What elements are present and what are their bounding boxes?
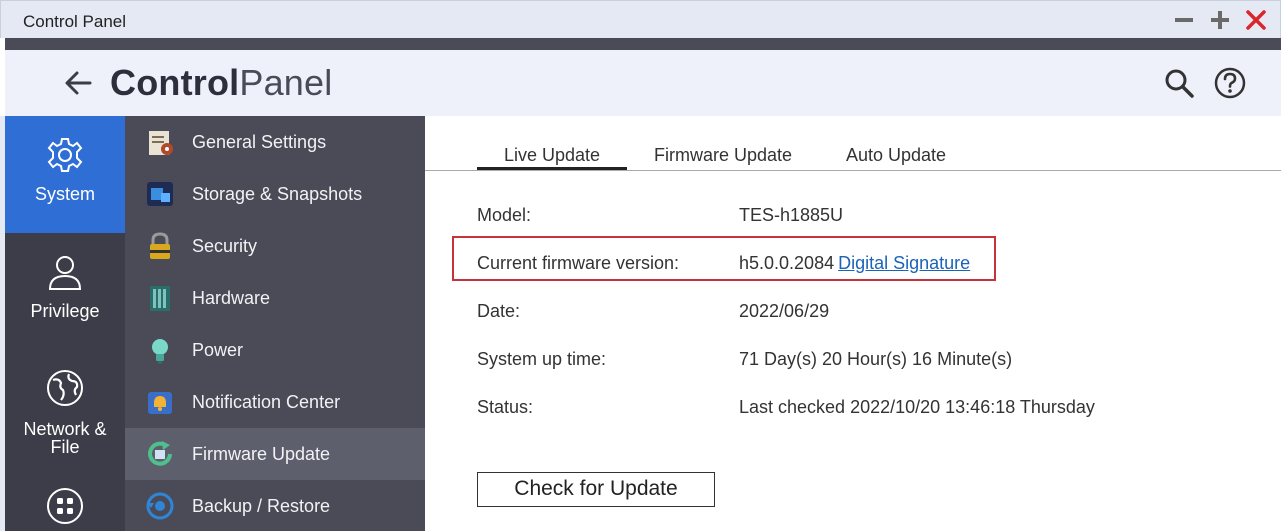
submenu-label: Firmware Update [192, 444, 331, 464]
date-label: Date: [477, 301, 521, 321]
submenu-label: Hardware [192, 288, 271, 308]
minimize-icon [1175, 18, 1193, 22]
gear-icon [47, 138, 83, 172]
rail-item-network-file[interactable]: Network & File [5, 350, 125, 467]
submenu-label: Notification Center [192, 392, 341, 412]
minimize-button[interactable] [1173, 9, 1195, 31]
submenu-item-power[interactable]: Power [125, 324, 425, 376]
user-icon [48, 256, 82, 290]
search-icon [1165, 69, 1194, 98]
submenu-item-general-settings[interactable]: General Settings [125, 116, 425, 168]
rail-label-network-line1: Network & [23, 419, 107, 439]
uptime-label: System up time: [477, 349, 607, 369]
page-title-light: Panel [239, 62, 333, 103]
tab-auto-update[interactable]: Auto Update [846, 145, 946, 166]
rail-item-privilege[interactable]: Privilege [5, 233, 125, 350]
content-panel: Live Update Firmware Update Auto Update … [425, 116, 1281, 531]
category-rail: System Privilege Network & File [5, 116, 125, 531]
rail-item-applications[interactable] [5, 467, 125, 531]
back-arrow-icon [65, 71, 92, 95]
date-value: 2022/06/29 [739, 301, 830, 321]
submenu-label: Storage & Snapshots [192, 184, 363, 204]
lock-icon [150, 232, 170, 259]
firmware-version-row: h5.0.0.2084 Digital Signature [739, 253, 970, 274]
firmware-update-icon [148, 441, 172, 466]
search-button[interactable] [1163, 67, 1195, 99]
close-icon [1246, 10, 1266, 30]
notification-icon [148, 392, 172, 414]
uptime-value: 71 Day(s) 20 Hour(s) 16 Minute(s) [739, 349, 1013, 369]
header-strip [5, 38, 1281, 50]
window-titlebar: Control Panel [0, 0, 1281, 38]
submenu-label: Power [192, 340, 244, 360]
firmware-version-value: h5.0.0.2084 [739, 253, 835, 273]
storage-icon [147, 182, 173, 206]
submenu-item-storage-snapshots[interactable]: Storage & Snapshots [125, 168, 425, 220]
globe-icon [47, 370, 83, 406]
tab-firmware-update[interactable]: Firmware Update [654, 145, 792, 166]
model-label: Model: [477, 205, 532, 225]
rail-label-privilege: Privilege [30, 301, 100, 321]
submenu-label: General Settings [192, 132, 327, 152]
status-value: Last checked 2022/10/20 13:46:18 Thursda… [739, 397, 1095, 417]
back-button[interactable] [63, 69, 93, 97]
submenu-label: Backup / Restore [192, 496, 331, 516]
power-bulb-icon [152, 339, 168, 364]
rail-label-network-line2: File [50, 437, 80, 457]
submenu-item-firmware-update[interactable]: Firmware Update [125, 428, 425, 480]
check-for-update-button[interactable]: Check for Update [477, 472, 715, 507]
status-label: Status: [477, 397, 534, 417]
general-settings-icon [149, 131, 173, 155]
window-title: Control Panel [23, 12, 127, 31]
model-value: TES-h1885U [739, 205, 844, 225]
submenu-label: Security [192, 236, 258, 256]
maximize-button[interactable] [1209, 9, 1231, 31]
page-title: ControlPanel [110, 62, 332, 104]
system-submenu: General Settings Storage & Snapshots Sec… [125, 116, 425, 531]
page-title-bold: Control [110, 62, 240, 103]
help-icon [1214, 67, 1246, 99]
submenu-item-backup-restore[interactable]: Backup / Restore [125, 480, 425, 532]
tab-live-update[interactable]: Live Update [504, 145, 600, 166]
digital-signature-link[interactable]: Digital Signature [838, 253, 970, 273]
apps-grid-icon [47, 488, 83, 524]
submenu-item-hardware[interactable]: Hardware [125, 272, 425, 324]
close-button[interactable] [1245, 9, 1267, 31]
plus-icon [1211, 11, 1229, 29]
firmware-version-label: Current firmware version: [477, 253, 680, 273]
submenu-item-notification-center[interactable]: Notification Center [125, 376, 425, 428]
app-header: ControlPanel [5, 50, 1281, 116]
help-button[interactable] [1213, 66, 1247, 100]
rail-item-system[interactable]: System [5, 116, 125, 233]
hardware-icon [150, 286, 170, 311]
rail-label-system: System [34, 184, 95, 204]
submenu-item-security[interactable]: Security [125, 220, 425, 272]
tab-divider [425, 170, 1281, 171]
backup-icon [146, 492, 174, 520]
